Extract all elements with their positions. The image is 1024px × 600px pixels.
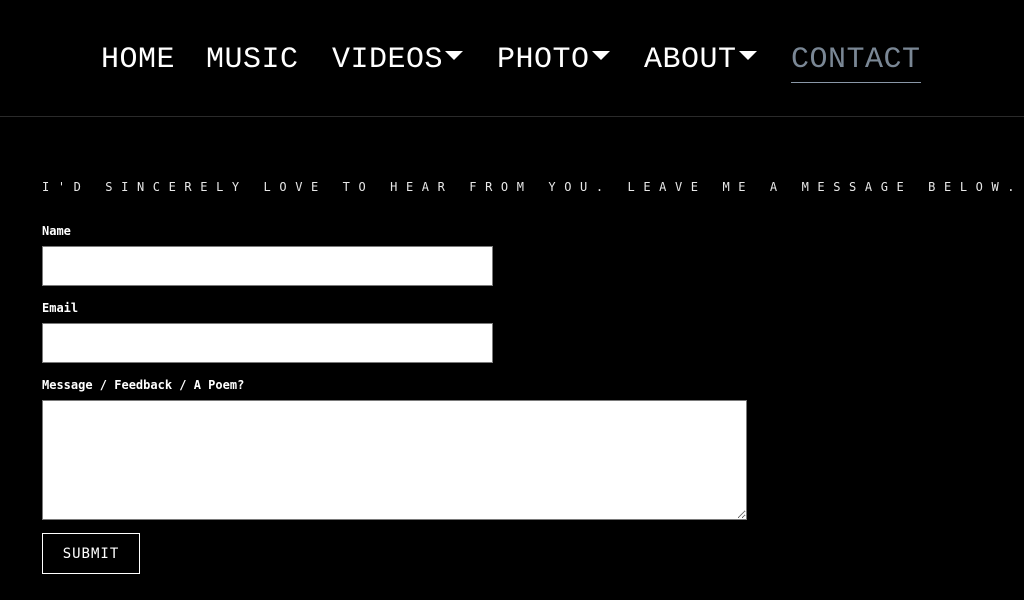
caret-down-icon <box>445 50 464 60</box>
contact-tagline: I'D SINCERELY LOVE TO HEAR FROM YOU. LEA… <box>42 180 1024 194</box>
nav-item-photo[interactable]: PHOTO <box>497 40 610 80</box>
main-navigation: HOME MUSIC VIDEOS PHOTO ABOUT CONTACT <box>0 0 1024 117</box>
email-input[interactable] <box>42 323 493 363</box>
nav-item-label: HOME <box>101 43 176 77</box>
message-textarea[interactable] <box>42 400 747 520</box>
submit-button[interactable]: SUBMIT <box>42 533 140 574</box>
nav-item-label: PHOTO <box>497 43 590 77</box>
message-label: Message / Feedback / A Poem? <box>42 378 245 392</box>
nav-item-label: VIDEOS <box>332 43 444 77</box>
caret-down-icon <box>738 50 757 60</box>
nav-item-label: CONTACT <box>791 43 921 77</box>
name-label: Name <box>42 224 71 238</box>
nav-item-about[interactable]: ABOUT <box>644 40 757 80</box>
nav-item-label: MUSIC <box>206 43 299 77</box>
name-input[interactable] <box>42 246 493 286</box>
nav-item-home[interactable]: HOME <box>101 40 175 80</box>
caret-down-icon <box>591 50 610 60</box>
nav-item-music[interactable]: MUSIC <box>206 40 299 80</box>
nav-item-label: ABOUT <box>644 43 737 77</box>
email-label: Email <box>42 301 79 315</box>
nav-item-contact[interactable]: CONTACT <box>791 40 921 83</box>
nav-item-videos[interactable]: VIDEOS <box>332 40 464 80</box>
